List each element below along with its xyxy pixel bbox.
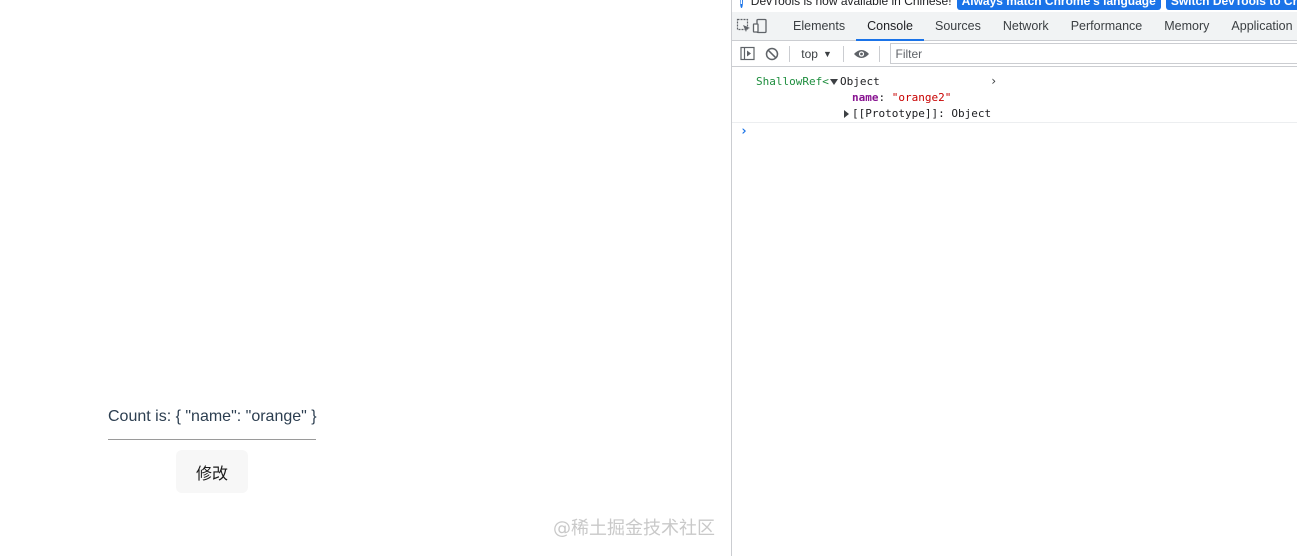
log-prefix: ShallowRef< [756, 75, 829, 88]
inspect-element-icon[interactable] [736, 12, 752, 40]
devtools-panel: i DevTools is now available in Chinese! … [731, 0, 1297, 556]
expanded-triangle-icon [830, 78, 838, 85]
clear-console-icon[interactable] [760, 41, 785, 66]
tab-application[interactable]: Application [1220, 12, 1297, 40]
prototype-toggle[interactable]: [[Prototype]]: Object [844, 107, 991, 120]
toolbar-separator [842, 45, 844, 62]
tab-elements[interactable]: Elements [782, 12, 856, 40]
tab-console[interactable]: Console [856, 12, 924, 41]
tab-memory[interactable]: Memory [1153, 12, 1220, 40]
property-value: "orange2" [891, 91, 952, 104]
context-selector[interactable]: top ▼ [795, 47, 838, 61]
always-match-language-button[interactable]: Always match Chrome's language [956, 0, 1161, 10]
property-colon: : [878, 91, 892, 104]
app-page: Count is: { "name": "orange" } 修改 @稀土掘金技… [0, 0, 731, 556]
object-toggle[interactable]: Object [830, 75, 880, 88]
switch-language-button[interactable]: Switch DevTools to Chinese [1165, 0, 1297, 10]
infobar-message: DevTools is now available in Chinese! [750, 0, 952, 8]
tab-sources[interactable]: Sources [924, 12, 992, 40]
console-toolbar: top ▼ [732, 41, 1297, 67]
watermark: @稀土掘金技术社区 [553, 518, 715, 539]
eye-icon[interactable] [849, 41, 874, 66]
info-icon: i [740, 0, 743, 8]
modify-button[interactable]: 修改 [176, 450, 248, 493]
prompt-chevron-icon: › [740, 124, 748, 139]
console-prompt[interactable]: › [732, 123, 1297, 143]
property-key: name [852, 91, 879, 104]
object-label: Object [840, 75, 880, 88]
devtools-tabbar: Elements Console Sources Network Perform… [732, 12, 1297, 41]
collapsed-triangle-icon [844, 109, 849, 118]
count-text: Count is: { "name": "orange" } [108, 408, 317, 425]
console-output: ShallowRef< Object › name: "orange2" [[P… [732, 67, 1297, 143]
toolbar-separator [878, 45, 880, 62]
toolbar-separator [789, 45, 791, 62]
chevron-down-icon: ▼ [822, 48, 832, 59]
prototype-label: [[Prototype]]: Object [852, 107, 992, 120]
filter-input[interactable] [890, 43, 1297, 64]
tab-performance[interactable]: Performance [1060, 12, 1154, 40]
device-toolbar-icon[interactable] [752, 12, 768, 40]
console-log-entry: ShallowRef< Object › name: "orange2" [[P… [732, 67, 1297, 123]
horizontal-rule [108, 439, 316, 440]
chevron-right-icon[interactable]: › [990, 74, 997, 88]
tab-network[interactable]: Network [992, 12, 1060, 40]
language-infobar: i DevTools is now available in Chinese! … [732, 0, 1297, 10]
context-value: top [801, 46, 818, 61]
show-sidebar-icon[interactable] [735, 41, 760, 66]
object-property: name: "orange2" [852, 91, 951, 104]
